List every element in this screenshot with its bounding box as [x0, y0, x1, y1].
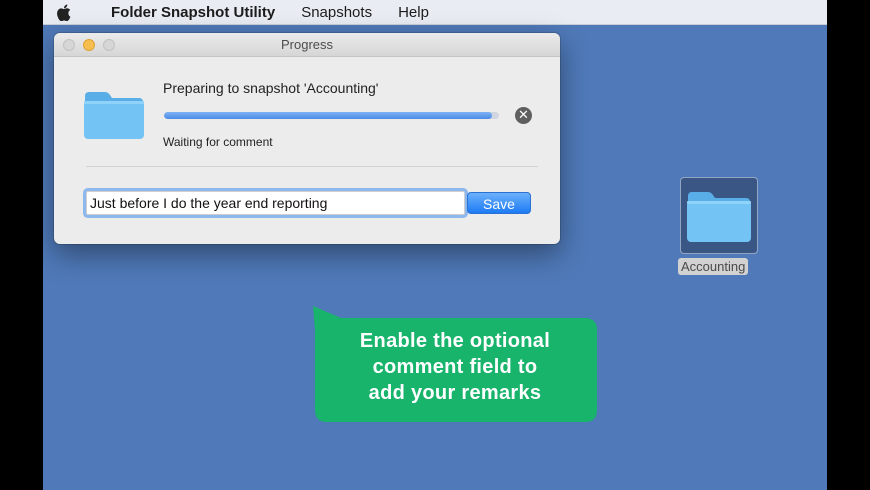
folder-icon [83, 90, 145, 145]
callout-line-2: comment field to [372, 356, 538, 378]
progress-window: Progress Preparing to snapshot 'Accounti… [54, 33, 560, 244]
menu-help[interactable]: Help [385, 4, 442, 21]
window-title: Progress [280, 37, 334, 52]
progress-bar-fill [164, 112, 493, 119]
callout-text: Enable the optional comment field to add… [313, 314, 597, 420]
menu-bar: Folder Snapshot Utility Snapshots Help [43, 0, 827, 25]
cancel-icon[interactable]: ✕ [515, 107, 532, 124]
status-subtitle: Waiting for comment [163, 135, 273, 149]
comment-input[interactable] [86, 191, 465, 215]
save-button[interactable]: Save [467, 192, 531, 214]
close-window-button[interactable] [63, 39, 75, 51]
callout-line-3: add your remarks [368, 382, 542, 404]
minimize-window-button[interactable] [83, 39, 95, 51]
divider [86, 166, 538, 167]
window-titlebar[interactable]: Progress [54, 33, 560, 57]
progress-bar [164, 112, 499, 119]
apple-icon[interactable] [56, 4, 90, 21]
desktop: Folder Snapshot Utility Snapshots Help P… [43, 0, 827, 490]
zoom-window-button[interactable] [103, 39, 115, 51]
menu-app-name[interactable]: Folder Snapshot Utility [98, 4, 288, 21]
callout-line-1: Enable the optional [359, 330, 551, 352]
accounting-folder-icon[interactable] [680, 177, 758, 254]
status-title: Preparing to snapshot 'Accounting' [163, 80, 379, 96]
accounting-folder-label[interactable]: Accounting [678, 258, 749, 275]
menu-snapshots[interactable]: Snapshots [288, 4, 385, 21]
